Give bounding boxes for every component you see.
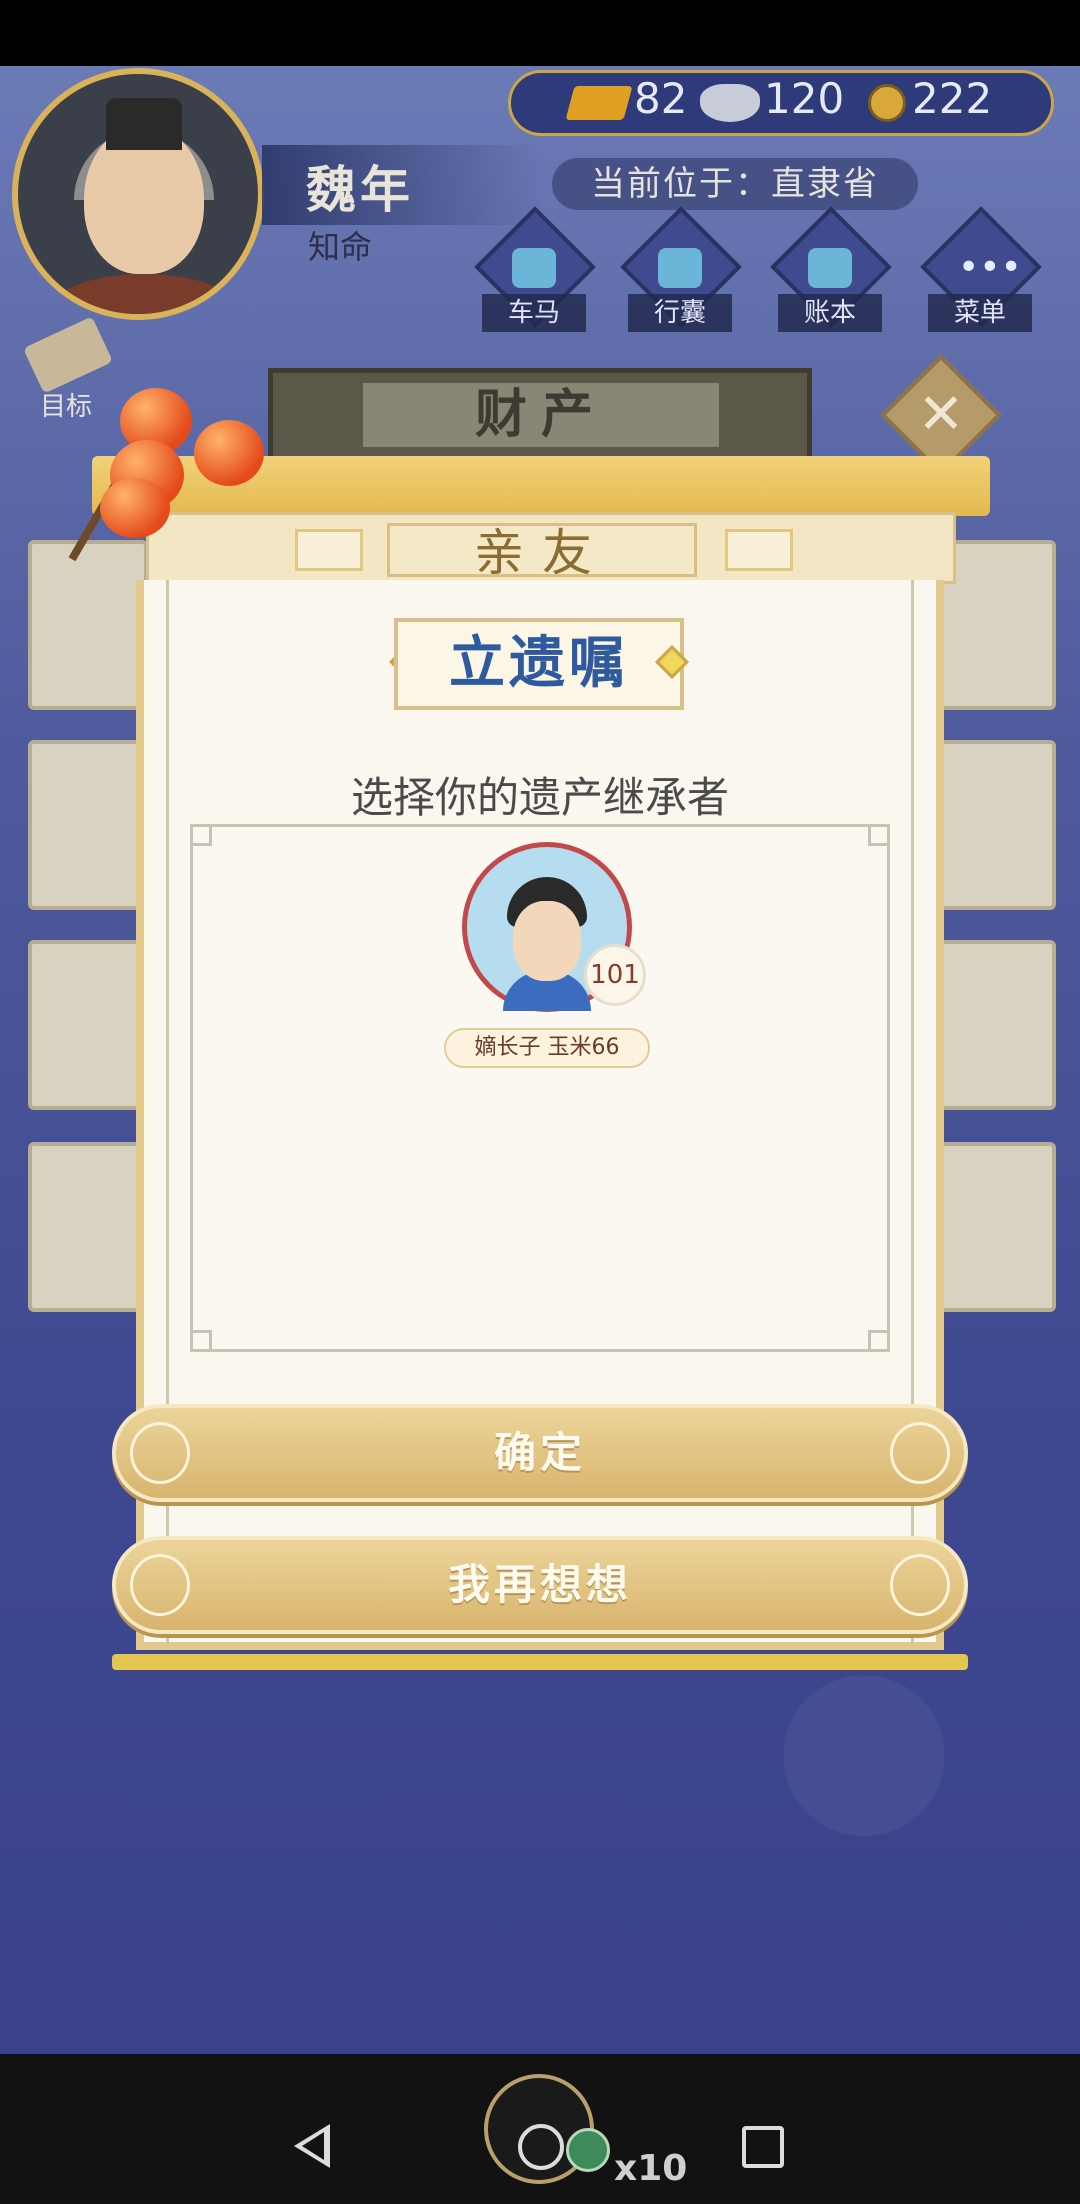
reconsider-button[interactable]: 我再想想 [112,1536,968,1634]
dialog-title-plate: 立遗嘱 [394,618,684,710]
background-slot [936,940,1056,1110]
reward-coin-icon [566,2128,610,2172]
menu-bag-button[interactable]: 行囊 [620,206,742,338]
coin-amount: 222 [912,74,993,123]
gold-ingot-icon [565,86,633,120]
frame-corner [868,1330,890,1352]
nav-back-icon-inner [302,2132,324,2160]
candied-fruit-icon [100,478,170,538]
menu-label: 行囊 [628,294,732,332]
goal-label: 目标 [39,392,92,422]
property-panel-title: 财产 [363,383,719,447]
frame-corner [190,824,212,846]
dialog-title: 立遗嘱 [449,631,629,696]
candied-fruit-icon [194,420,264,486]
frame-corner [190,1330,212,1352]
dialog-subtitle: 选择你的遗产继承者 [350,773,729,822]
tab-right[interactable] [725,529,793,571]
ledger-icon [808,248,852,288]
gold-amount: 82 [634,74,688,123]
bag-icon [658,248,702,288]
menu-ledger-button[interactable]: 账本 [770,206,892,338]
player-name: 魏年 [306,161,414,219]
silver-ingot-icon [700,84,760,122]
nav-recents-icon[interactable] [742,2126,784,2168]
heir-name-tag[interactable]: 嫡长子 玉米66 [444,1028,650,1068]
menu-label: 菜单 [928,294,1032,332]
nav-home-icon[interactable] [518,2124,564,2170]
heir-level-badge: 101 [584,944,646,1006]
tab-strip: 亲友 [146,512,956,584]
confirm-label: 确定 [493,1428,586,1477]
confirm-button[interactable]: 确定 [112,1404,968,1502]
frame-corner [868,824,890,846]
background-slot [28,740,148,910]
menu-more-button[interactable]: ••• 菜单 [920,206,1042,338]
status-bar [0,0,1080,66]
background-slot [28,540,148,710]
carriage-icon [512,248,556,288]
copper-coin-icon [868,84,906,122]
menu-label: 账本 [778,294,882,332]
player-avatar[interactable] [12,68,264,320]
dialog-bottom-edge [112,1654,968,1670]
tab-relatives[interactable]: 亲友 [387,523,697,580]
silver-amount: 120 [764,74,845,123]
close-icon: ✕ [917,382,965,447]
menu-carriage-button[interactable]: 车马 [474,206,596,338]
goal-button[interactable]: 目标 [14,316,118,422]
background-slot [936,740,1056,910]
reconsider-label: 我再想想 [447,1560,632,1609]
current-location: 当前位于：直隶省 [552,158,918,210]
property-panel-header: 财产 [268,368,812,462]
background-slot [28,940,148,1110]
background-slot [28,1142,148,1312]
tab-left[interactable] [295,529,363,571]
more-icon: ••• [958,247,1022,288]
player-age-label: 知命 [308,228,373,266]
menu-label: 车马 [482,294,586,332]
background-slot [936,1142,1056,1312]
reward-count: x10 [614,2148,688,2189]
